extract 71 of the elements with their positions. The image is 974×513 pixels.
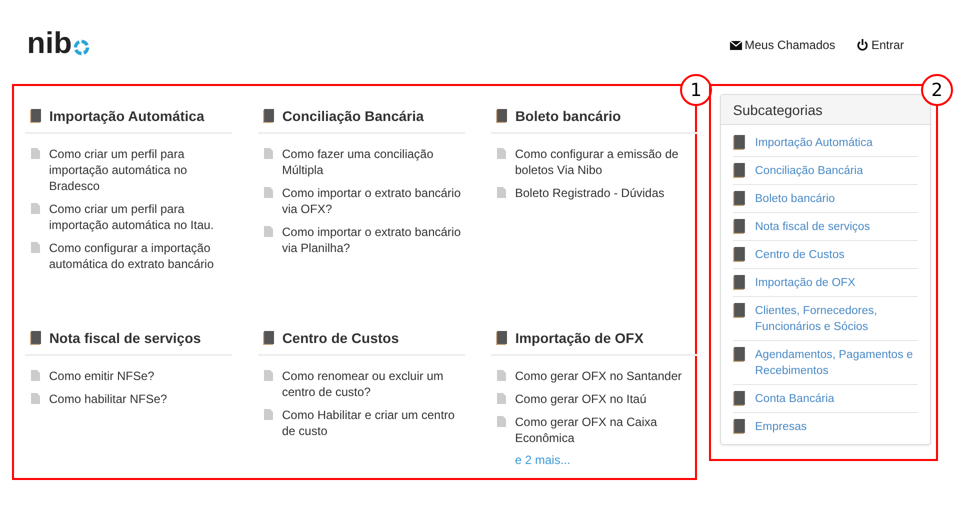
subcategory-link[interactable]: Importação Automática — [755, 135, 873, 151]
file-icon — [264, 226, 273, 237]
subcategory-link[interactable]: Boleto bancário — [755, 191, 835, 207]
subcategory-link[interactable]: Clientes, Fornecedores, Funcionários e Sócios — [755, 303, 918, 335]
nav-link[interactable]: Entrar — [857, 38, 904, 52]
callout-number: 2 — [921, 74, 953, 106]
article-link[interactable]: Como habilitar NFSe? — [49, 391, 168, 407]
article-link[interactable]: Como configurar a emissão de boletos Via Nibo — [515, 146, 698, 178]
article-link[interactable]: Como criar um perfil para importação automática no Itau. — [49, 201, 232, 233]
book-icon — [263, 109, 274, 123]
article-link[interactable]: Como emitir NFSe? — [49, 368, 154, 384]
book-icon — [496, 109, 508, 123]
subcategory-link[interactable]: Importação de OFX — [755, 275, 856, 291]
category-title: Boleto bancário — [515, 108, 621, 124]
file-icon — [31, 393, 40, 404]
file-icon — [31, 242, 40, 253]
file-icon — [497, 393, 506, 404]
article-link[interactable]: Como gerar OFX no Santander — [515, 368, 682, 384]
book-icon — [733, 163, 745, 178]
category-title: Centro de Custos — [282, 330, 399, 346]
article-link[interactable]: Como renomear ou excluir um centro de custo? — [282, 368, 465, 400]
book-icon — [733, 247, 745, 262]
book-icon — [733, 347, 745, 362]
book-icon — [496, 331, 508, 345]
file-icon — [264, 409, 273, 420]
article-link[interactable]: Como fazer uma conciliação Múltipla — [282, 146, 465, 178]
callout-number: 1 — [680, 74, 712, 106]
file-icon — [31, 148, 40, 159]
subcategory-link[interactable]: Conciliação Bancária — [755, 163, 864, 179]
category-title: Conciliação Bancária — [282, 108, 424, 124]
subcategory-link[interactable]: Centro de Custos — [755, 247, 844, 263]
book-icon — [30, 109, 42, 123]
book-icon — [733, 219, 745, 234]
file-icon — [497, 416, 506, 427]
category-title: Importação de OFX — [515, 330, 644, 346]
envelope-icon — [730, 40, 742, 50]
subcategory-link[interactable]: Agendamentos, Pagamentos e Recebimentos — [755, 347, 918, 379]
article-link[interactable]: Como criar um perfil para importação automática no Bradesco — [49, 146, 232, 194]
book-icon — [733, 419, 745, 434]
article-link[interactable]: Como configurar a importação automática do extrato bancário — [49, 240, 232, 272]
book-icon — [733, 135, 745, 150]
ring-logo-icon — [73, 38, 90, 56]
book-icon — [733, 191, 745, 206]
nav-link[interactable]: Meus Chamados — [730, 38, 836, 52]
subcategory-link[interactable]: Empresas — [755, 419, 807, 435]
file-icon — [497, 370, 506, 381]
panel-title: Subcategorias — [733, 102, 823, 118]
book-icon — [733, 391, 745, 406]
article-link[interactable]: Como Habilitar e criar um centro de custo — [282, 407, 465, 439]
book-icon — [733, 275, 745, 290]
power-icon — [857, 39, 868, 51]
book-icon — [30, 331, 42, 345]
article-link[interactable]: Como importar o extrato bancário via OFX? — [282, 185, 465, 217]
article-link[interactable]: Boleto Registrado - Dúvidas — [515, 185, 664, 201]
subcategory-link[interactable]: Nota fiscal de serviços — [755, 219, 870, 235]
category-title: Importação Automática — [49, 108, 204, 124]
file-icon — [264, 148, 273, 159]
article-link[interactable]: Como gerar OFX no Itaú — [515, 391, 646, 407]
file-icon — [31, 203, 40, 214]
book-icon — [263, 331, 274, 345]
article-link[interactable]: Como gerar OFX na Caixa Econômica — [515, 414, 698, 446]
file-icon — [497, 187, 506, 198]
file-icon — [31, 370, 40, 381]
subcategory-link[interactable]: Conta Bancária — [755, 391, 834, 407]
book-icon — [733, 303, 745, 318]
file-icon — [497, 148, 506, 159]
file-icon — [264, 187, 273, 198]
file-icon — [264, 370, 273, 381]
category-title: Nota fiscal de serviços — [49, 330, 201, 346]
logo-text: nib — [27, 28, 72, 58]
article-link[interactable]: Como importar o extrato bancário via Planilha? — [282, 224, 465, 256]
